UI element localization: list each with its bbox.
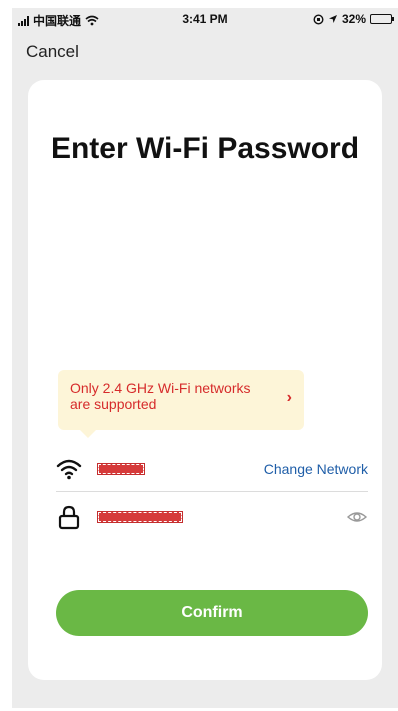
- chevron-right-icon: ›: [286, 389, 292, 406]
- cancel-button[interactable]: Cancel: [26, 42, 79, 62]
- network-name-redacted: [97, 462, 145, 475]
- app-screen: 中国联通 3:41 PM 32% Cancel Enter Wi-Fi Pass…: [12, 8, 398, 708]
- orientation-lock-icon: [313, 13, 324, 25]
- battery-icon: [370, 14, 394, 24]
- network-row: Change Network: [56, 446, 368, 492]
- change-network-button[interactable]: Change Network: [264, 461, 368, 477]
- status-bar: 中国联通 3:41 PM 32%: [12, 8, 398, 30]
- status-right: 32%: [313, 12, 394, 26]
- password-row[interactable]: [56, 494, 368, 540]
- wifi-icon: [56, 459, 82, 479]
- confirm-button[interactable]: Confirm: [56, 590, 368, 636]
- page-title: Enter Wi-Fi Password: [50, 132, 360, 165]
- eye-icon[interactable]: [346, 506, 368, 528]
- location-arrow-icon: [328, 15, 337, 23]
- band-support-hint[interactable]: Only 2.4 GHz Wi-Fi networks are supporte…: [58, 370, 304, 438]
- hint-text: Only 2.4 GHz Wi-Fi networks are supporte…: [70, 380, 251, 412]
- wifi-password-card: Enter Wi-Fi Password Only 2.4 GHz Wi-Fi …: [28, 80, 382, 680]
- password-field-redacted[interactable]: [97, 511, 183, 523]
- lock-icon: [58, 505, 80, 530]
- battery-percent: 32%: [341, 12, 366, 26]
